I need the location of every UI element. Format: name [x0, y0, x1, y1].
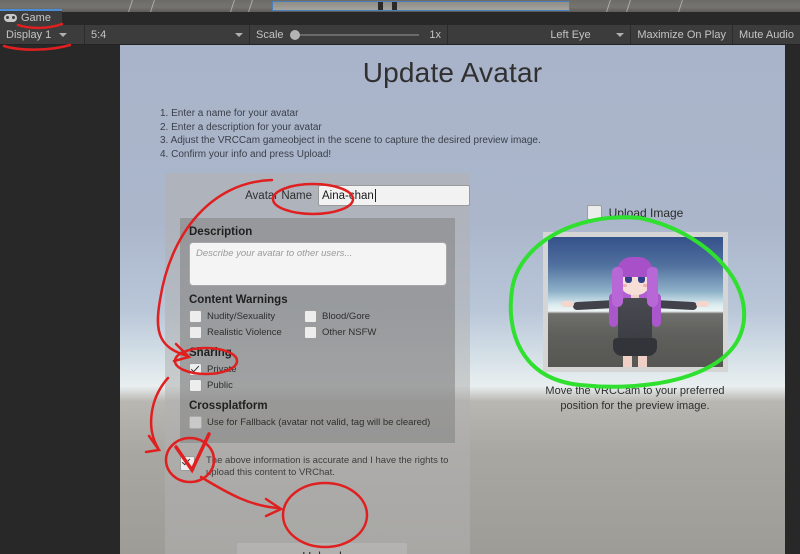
checkbox-icon[interactable] — [189, 379, 202, 392]
scale-slider-handle[interactable] — [289, 29, 300, 40]
checkbox-private[interactable]: Private — [189, 363, 446, 376]
description-heading: Description — [189, 226, 253, 238]
checkbox-realistic-violence[interactable]: Realistic Violence — [189, 326, 304, 339]
instruction-item: 3. Adjust the VRCCam gameobject in the s… — [160, 135, 541, 146]
tab-game-label: Game — [21, 12, 51, 24]
chevron-down-icon — [235, 32, 243, 37]
gamepad-icon — [4, 14, 17, 22]
checkbox-label: Use for Fallback (avatar not valid, tag … — [207, 417, 431, 428]
game-view-toolbar: Display 1 5:4 Scale 1x Left Eye Maximize… — [0, 25, 800, 45]
avatar-preview-image — [547, 237, 723, 367]
checkbox-label: Other NSFW — [322, 327, 377, 338]
instructions-list: 1. Enter a name for your avatar 2. Enter… — [160, 107, 541, 161]
avatar-hand-right — [696, 301, 709, 307]
checkbox-label: Private — [207, 364, 237, 375]
checkbox-icon[interactable] — [304, 326, 317, 339]
avatar-details-box: Description Describe your avatar to othe… — [180, 218, 455, 443]
agreement-label: The above information is accurate and I … — [206, 455, 449, 478]
avatar-hand-left — [561, 301, 574, 307]
game-view-letterbox-left — [0, 45, 120, 554]
checkbox-label: Public — [207, 380, 233, 391]
content-warnings-group: Nudity/Sexuality Blood/Gore Realistic Vi… — [189, 310, 446, 339]
avatar-hair-side-left — [612, 267, 623, 307]
checkbox-use-for-fallback[interactable]: Use for Fallback (avatar not valid, tag … — [189, 416, 446, 429]
agreement-row[interactable]: The above information is accurate and I … — [180, 455, 460, 479]
eye-dropdown-label: Left Eye — [550, 28, 591, 41]
checkbox-public[interactable]: Public — [189, 379, 446, 392]
chevron-down-icon — [616, 32, 625, 37]
tab-game[interactable]: Game — [0, 9, 62, 25]
chevron-down-icon — [59, 32, 68, 37]
instruction-item: 1. Enter a name for your avatar — [160, 108, 299, 119]
preview-column: Upload Image Move the VRCCam to your pre… — [495, 205, 775, 414]
game-view-letterbox-right — [785, 45, 800, 554]
mute-audio-toggle[interactable]: Mute Audio — [733, 25, 800, 44]
scene-view-sliver — [0, 0, 800, 12]
checkbox-icon[interactable] — [586, 205, 602, 220]
checkbox-other-nsfw[interactable]: Other NSFW — [304, 326, 419, 339]
scale-slider-group[interactable]: Scale 1x — [250, 25, 448, 44]
checkbox-label: Nudity/Sexuality — [207, 311, 276, 322]
avatar-form-card: Avatar Name Aina-chan Description Descri… — [165, 173, 470, 554]
checkbox-icon[interactable] — [304, 310, 317, 323]
avatar-name-label: Avatar Name — [245, 189, 312, 202]
instruction-item: 2. Enter a description for your avatar — [160, 121, 322, 133]
aspect-ratio-dropdown[interactable]: 5:4 — [85, 25, 250, 44]
upload-button-label: Upload — [302, 550, 342, 554]
text-cursor — [374, 189, 376, 202]
checkbox-label: Blood/Gore — [322, 311, 371, 322]
game-view: Update Avatar 1. Enter a name for your a… — [120, 45, 785, 554]
aspect-ratio-label: 5:4 — [91, 28, 107, 41]
checkbox-icon[interactable] — [189, 326, 202, 339]
description-input[interactable]: Describe your avatar to other users... — [189, 242, 447, 286]
upload-image-toggle[interactable]: Upload Image — [495, 205, 775, 220]
checkbox-icon[interactable] — [189, 363, 202, 376]
eye-dropdown[interactable]: Left Eye — [544, 25, 632, 44]
display-dropdown[interactable]: Display 1 — [0, 25, 85, 44]
tab-bar — [0, 12, 800, 22]
crossplatform-heading: Crossplatform — [189, 400, 268, 412]
preview-image-frame — [542, 232, 728, 372]
preview-caption-line: position for the preview image. — [560, 400, 710, 412]
upload-image-label: Upload Image — [608, 205, 684, 220]
page-title: Update Avatar — [362, 57, 543, 88]
preview-caption-line: Move the VRCCam to your preferred — [545, 385, 725, 397]
preview-caption: Move the VRCCam to your preferred positi… — [495, 384, 775, 414]
checkbox-label: Realistic Violence — [207, 327, 282, 338]
avatar-name-row: Avatar Name Aina-chan — [165, 185, 470, 206]
checkbox-icon[interactable] — [180, 456, 195, 471]
upload-button[interactable]: Upload — [236, 542, 408, 554]
checkbox-nudity-sexuality[interactable]: Nudity/Sexuality — [189, 310, 304, 323]
instruction-item: 4. Confirm your info and press Upload! — [160, 148, 332, 160]
display-dropdown-label: Display 1 — [6, 28, 52, 41]
avatar-hair-side-right — [647, 267, 658, 307]
checkbox-icon[interactable] — [189, 310, 202, 323]
scale-value: 1x — [429, 28, 441, 41]
avatar-name-input[interactable]: Aina-chan — [318, 185, 470, 206]
avatar-skirt — [613, 338, 657, 356]
mute-audio-label: Mute Audio — [738, 28, 794, 41]
scale-label: Scale — [256, 28, 284, 41]
checkbox-blood-gore[interactable]: Blood/Gore — [304, 310, 419, 323]
scale-slider[interactable] — [289, 29, 420, 40]
maximize-on-play-label: Maximize On Play — [637, 28, 726, 41]
sharing-group: Private Public — [189, 363, 446, 392]
maximize-on-play-toggle[interactable]: Maximize On Play — [631, 25, 733, 44]
scene-selection-outline — [272, 1, 570, 11]
unity-editor-window: Game Display 1 5:4 Scale 1x Left Eye Max… — [0, 0, 800, 554]
sharing-heading: Sharing — [189, 347, 232, 359]
content-warnings-heading: Content Warnings — [189, 294, 288, 306]
avatar-name-value: Aina-chan — [322, 189, 374, 202]
checkbox-icon[interactable] — [189, 416, 202, 429]
